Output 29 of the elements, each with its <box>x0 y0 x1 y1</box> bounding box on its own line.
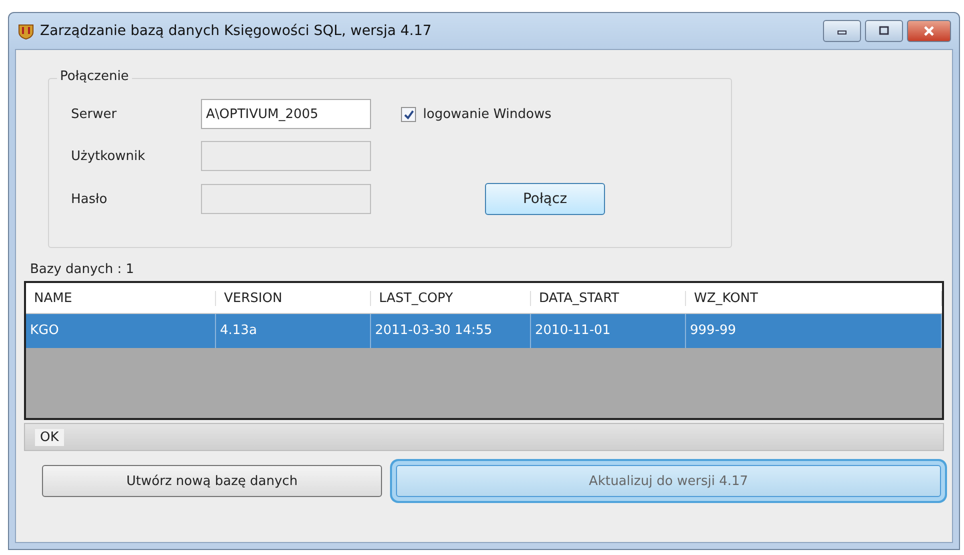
status-text: OK <box>35 428 64 446</box>
column-header[interactable]: DATA_START <box>531 290 686 306</box>
connect-button[interactable]: Połącz <box>485 183 605 215</box>
table-cell: 999-99 <box>686 314 942 348</box>
input-field[interactable]: A\OPTIVUM_2005 <box>201 99 371 129</box>
field-label: Użytkownik <box>71 148 146 164</box>
table-cell: 2011-03-30 14:55 <box>371 314 531 348</box>
checkbox[interactable] <box>401 106 416 122</box>
table-cell: 4.13a <box>216 314 371 348</box>
databases-count-label: Bazy danych : 1 <box>30 262 135 277</box>
close-button[interactable] <box>907 20 951 42</box>
minimize-button[interactable] <box>823 20 861 42</box>
create-database-button[interactable]: Utwórz nową bazę danych <box>42 465 382 497</box>
maximize-button[interactable] <box>865 20 903 42</box>
field-label: Serwer <box>71 106 118 122</box>
group-title: Połączenie <box>57 69 132 84</box>
window-title: Zarządzanie bazą danych Księgowości SQL, wersja 4.17 <box>40 23 432 39</box>
maximize-icon <box>878 26 890 36</box>
table-cell: KGO <box>26 314 216 348</box>
column-header[interactable]: LAST_COPY <box>371 290 531 306</box>
column-header[interactable]: VERSION <box>216 290 371 306</box>
table-row[interactable]: KGO 4.13a 2011-03-30 14:55 2010-11-01 999-99 <box>26 313 942 348</box>
field-label: Hasło <box>71 192 108 206</box>
app-logo-icon <box>17 22 35 40</box>
column-header[interactable]: WZ_KONT <box>686 290 942 306</box>
close-icon <box>922 25 936 37</box>
checkbox-label: logowanie Windows <box>423 106 552 122</box>
column-header[interactable]: NAME <box>26 290 216 306</box>
table-cell: 2010-11-01 <box>531 314 686 348</box>
